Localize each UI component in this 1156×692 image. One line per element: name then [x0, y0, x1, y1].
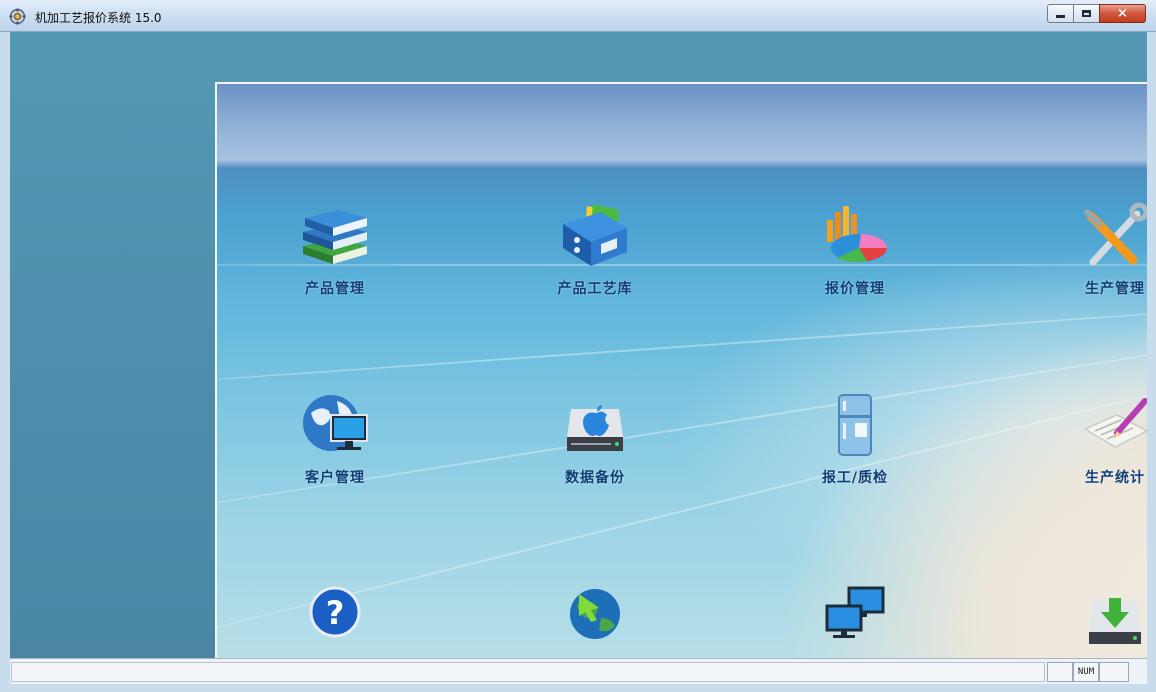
tile-production-statistics[interactable]: 生产统计 [1037, 391, 1147, 501]
tile-process-library[interactable]: 产品工艺库 [517, 202, 657, 312]
tile-download[interactable] [1037, 584, 1147, 658]
tile-label: 报工/质检 [821, 470, 889, 486]
books-icon [303, 210, 367, 264]
window-title: 机加工艺报价系统 15.0 [35, 11, 162, 25]
tile-label: 数据备份 [565, 470, 625, 486]
globe-monitor-icon [303, 395, 368, 451]
status-pane-num: NUM [1073, 662, 1099, 682]
tools-icon [1084, 202, 1147, 266]
tile-quote-management[interactable]: 报价管理 [777, 202, 917, 312]
close-button[interactable]: × [1099, 4, 1146, 23]
svg-text:?: ? [326, 594, 345, 632]
tile-network[interactable] [777, 584, 917, 658]
tile-label: 生产管理 [1085, 281, 1145, 297]
fridge-icon [838, 394, 872, 456]
tile-label: 产品工艺库 [557, 281, 633, 297]
launcher-panel: 产品管理 产品工艺库 报价管理 生产管理 客户管理 数据备份 报工/质检 生产统… [215, 82, 1147, 658]
tile-label: 产品管理 [305, 281, 365, 297]
help-icon: ? [309, 586, 361, 638]
app-icon [9, 8, 26, 25]
status-bar: NUM [10, 658, 1147, 684]
apple-drive-icon [567, 405, 623, 451]
tile-production-management[interactable]: 生产管理 [1037, 202, 1147, 312]
maximize-icon [1082, 10, 1091, 17]
maximize-button[interactable] [1073, 4, 1100, 23]
title-bar[interactable]: 机加工艺报价系统 15.0 × [0, 0, 1156, 32]
tile-label: 报价管理 [825, 281, 885, 297]
binder-icon [563, 204, 627, 266]
status-pane-scroll [1099, 662, 1129, 682]
window-frame-left [0, 0, 10, 692]
tile-data-backup[interactable]: 数据备份 [517, 391, 657, 501]
window-frame-right [1147, 0, 1156, 692]
tile-customer-management[interactable]: 客户管理 [257, 391, 397, 501]
notepad-pencil-icon [1083, 398, 1147, 448]
background-wave [217, 305, 1147, 385]
status-pane-caps [1047, 662, 1073, 682]
tile-label: 客户管理 [305, 470, 365, 486]
tile-help[interactable]: ? [257, 584, 397, 658]
tile-report-quality[interactable]: 报工/质检 [777, 391, 917, 501]
network-monitors-icon [825, 586, 885, 638]
pie-chart-icon [827, 206, 888, 263]
globe-arrow-icon [570, 589, 620, 639]
main-client-area: 产品管理 产品工艺库 报价管理 生产管理 客户管理 数据备份 报工/质检 生产统… [10, 32, 1147, 658]
close-icon: × [1117, 6, 1128, 21]
tile-label: 生产统计 [1085, 470, 1145, 486]
window-frame-bottom [0, 684, 1156, 692]
download-drive-icon [1089, 598, 1141, 644]
status-message-pane [11, 662, 1045, 682]
tile-product-management[interactable]: 产品管理 [257, 202, 397, 312]
tile-globe-sync[interactable] [517, 584, 657, 658]
minimize-icon [1056, 15, 1065, 18]
minimize-button[interactable] [1047, 4, 1074, 23]
